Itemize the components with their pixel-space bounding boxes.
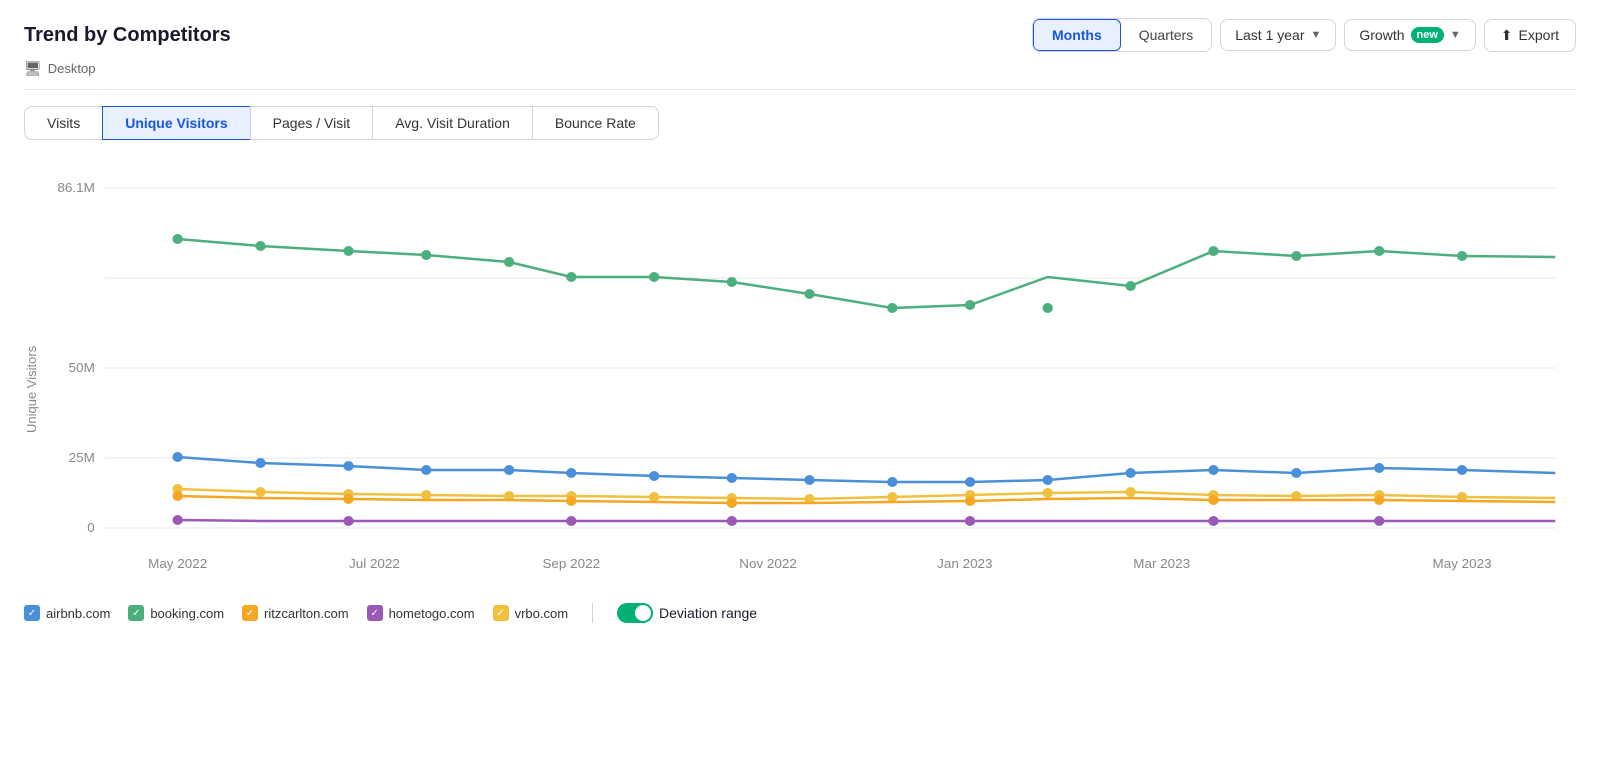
y-axis-label: Unique Visitors	[24, 148, 39, 591]
legend-divider	[592, 603, 593, 623]
legend-vrbo[interactable]: ✓ vrbo.com	[493, 605, 568, 621]
chevron-down-icon: ▼	[1310, 29, 1321, 41]
deviation-label: Deviation range	[659, 605, 757, 621]
metric-tabs: Visits Unique Visitors Pages / Visit Avg…	[24, 106, 1576, 140]
vrbo-checkbox[interactable]: ✓	[493, 605, 509, 621]
chevron-down-icon: ▼	[1450, 29, 1461, 41]
svg-text:Jul 2022: Jul 2022	[349, 556, 400, 571]
svg-text:Jan 2023: Jan 2023	[937, 556, 992, 571]
svg-text:May 2022: May 2022	[148, 556, 207, 571]
trend-chart: 86.1M 50M 25M 0 May 2022 Jul 2022 Sep 20…	[43, 148, 1576, 588]
months-button[interactable]: Months	[1033, 19, 1121, 51]
growth-dropdown[interactable]: Growth new ▼	[1344, 19, 1475, 51]
new-badge: new	[1411, 27, 1444, 43]
legend-booking[interactable]: ✓ booking.com	[128, 605, 224, 621]
legend-airbnb[interactable]: ✓ airbnb.com	[24, 605, 110, 621]
legend-ritzcarlton[interactable]: ✓ ritzcarlton.com	[242, 605, 349, 621]
booking-checkbox[interactable]: ✓	[128, 605, 144, 621]
view-mode-label: Desktop	[48, 61, 96, 76]
toggle-knob	[635, 605, 651, 621]
tab-pages-visit[interactable]: Pages / Visit	[250, 106, 373, 140]
export-icon: ⬆	[1501, 27, 1513, 44]
tab-unique-visitors[interactable]: Unique Visitors	[102, 106, 249, 140]
ritzcarlton-checkbox[interactable]: ✓	[242, 605, 258, 621]
quarters-button[interactable]: Quarters	[1121, 19, 1211, 51]
vrbo-label: vrbo.com	[515, 606, 568, 621]
svg-text:0: 0	[87, 520, 94, 535]
period-dropdown[interactable]: Last 1 year ▼	[1220, 19, 1336, 51]
hometogo-checkbox[interactable]: ✓	[367, 605, 383, 621]
svg-text:Sep 2022: Sep 2022	[542, 556, 600, 571]
tab-visits[interactable]: Visits	[24, 106, 102, 140]
legend-hometogo[interactable]: ✓ hometogo.com	[367, 605, 475, 621]
airbnb-checkbox[interactable]: ✓	[24, 605, 40, 621]
svg-text:May 2023: May 2023	[1433, 556, 1492, 571]
svg-text:Mar 2023: Mar 2023	[1133, 556, 1190, 571]
ritzcarlton-label: ritzcarlton.com	[264, 606, 349, 621]
hometogo-label: hometogo.com	[389, 606, 475, 621]
deviation-toggle[interactable]	[617, 603, 653, 623]
svg-text:50M: 50M	[69, 360, 95, 375]
deviation-toggle-group[interactable]: Deviation range	[617, 603, 757, 623]
tab-avg-visit-duration[interactable]: Avg. Visit Duration	[372, 106, 532, 140]
svg-text:25M: 25M	[69, 450, 95, 465]
export-button[interactable]: ⬆ Export	[1484, 19, 1576, 52]
page-title: Trend by Competitors	[24, 24, 231, 47]
tab-bounce-rate[interactable]: Bounce Rate	[532, 106, 659, 140]
svg-text:Nov 2022: Nov 2022	[739, 556, 797, 571]
airbnb-label: airbnb.com	[46, 606, 110, 621]
desktop-icon: 🖥	[24, 60, 42, 77]
chart-legend: ✓ airbnb.com ✓ booking.com ✓ ritzcarlton…	[24, 603, 1576, 623]
booking-label: booking.com	[150, 606, 224, 621]
svg-text:86.1M: 86.1M	[57, 180, 94, 195]
